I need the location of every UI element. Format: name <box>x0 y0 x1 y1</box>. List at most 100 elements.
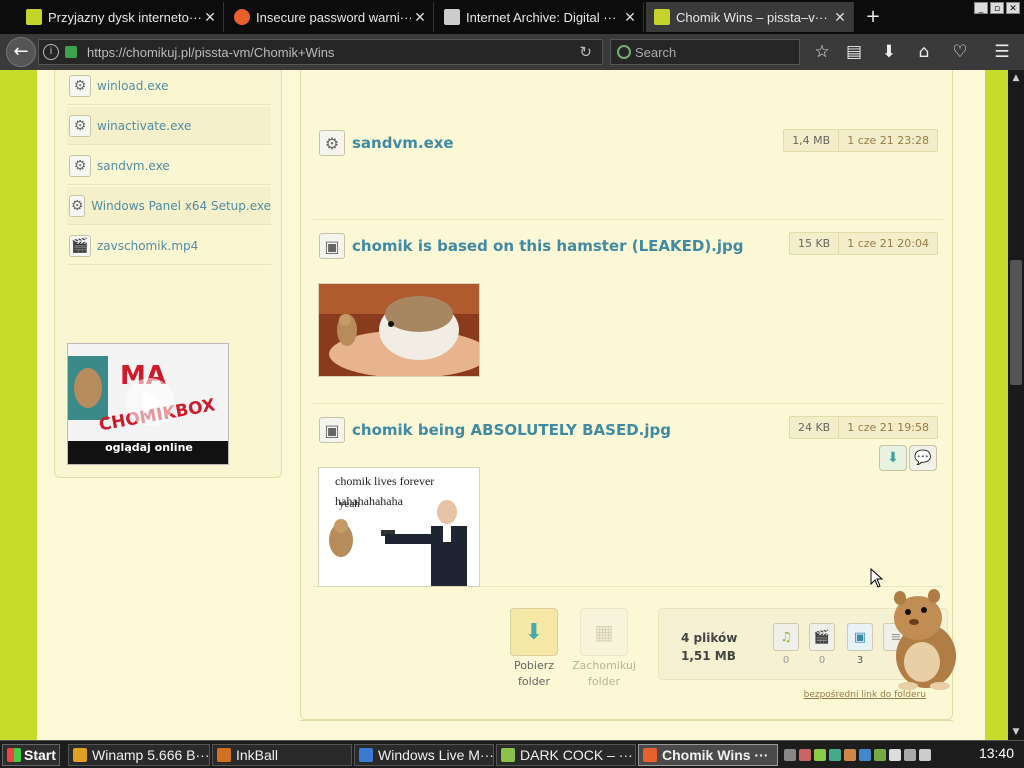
video-count[interactable]: 🎬 0 <box>809 623 835 666</box>
download-folder-button[interactable]: ⬇ <box>510 608 558 656</box>
close-icon[interactable]: ✕ <box>621 9 639 26</box>
image-count[interactable]: ▣ 3 <box>847 623 873 666</box>
taskbar-button-label: InkBall <box>236 747 279 763</box>
sidebar-item-sandvm[interactable]: ⚙ sandvm.exe <box>67 147 271 185</box>
volume-icon[interactable] <box>919 749 931 761</box>
sidebar-item-zavschomik[interactable]: 🎬 zavschomik.mp4 <box>67 227 271 265</box>
gear-icon: ⚙ <box>69 194 86 217</box>
maximize-button[interactable]: ▫ <box>990 2 1004 14</box>
tray-app-icon[interactable] <box>799 749 811 761</box>
sidebar-item-label[interactable]: sandvm.exe <box>97 159 170 173</box>
file-name-link[interactable]: chomik is based on this hamster (LEAKED)… <box>352 237 744 255</box>
download-icon[interactable]: ⬇ <box>877 40 901 64</box>
home-icon[interactable]: ⌂ <box>912 40 936 64</box>
sidebar-item-label[interactable]: Windows Panel x64 Setup.exe <box>91 199 271 213</box>
tab-insecure-password[interactable]: Insecure password warni··· ✕ <box>226 2 434 32</box>
file-meta: 24 KB 1 cze 21 19:58 <box>788 416 938 439</box>
taskbar-button-inkball[interactable]: InkBall <box>212 744 352 766</box>
comment-button[interactable]: 💬 <box>909 445 937 471</box>
tab-chomikuj[interactable]: Przyjazny dysk interneto··· ✕ <box>18 2 224 32</box>
music-icon: ♫ <box>773 623 799 651</box>
file-meta: 1,4 MB 1 cze 21 23:28 <box>783 129 938 152</box>
tray-app-icon[interactable] <box>889 749 901 761</box>
watch-online-caption[interactable]: oglądaj online <box>68 441 228 454</box>
music-count[interactable]: ♫ 0 <box>773 623 799 666</box>
mouse-cursor-icon <box>870 568 884 588</box>
tray-app-icon[interactable] <box>829 749 841 761</box>
taskbar-button-dark-cock[interactable]: DARK COCK – ··· <box>496 744 636 766</box>
hamster-photo-thumbnail[interactable] <box>318 283 480 377</box>
sidebar-item-label[interactable]: zavschomik.mp4 <box>97 239 198 253</box>
tray-app-icon[interactable] <box>874 749 886 761</box>
search-input[interactable]: Search <box>610 39 800 65</box>
close-icon[interactable]: ✕ <box>831 9 849 26</box>
video-thumbnail[interactable]: MA CHOMIKBOX oglądaj online <box>67 343 229 465</box>
vertical-scrollbar[interactable]: ▲ ▼ <box>1008 70 1024 740</box>
sidebar-item-label[interactable]: winactivate.exe <box>97 119 191 133</box>
tray-app-icon[interactable] <box>814 749 826 761</box>
folder-size: 1,51 MB <box>681 649 736 663</box>
tab-title: Chomik Wins – pissta–v··· <box>676 9 828 25</box>
panel-divider <box>300 720 953 721</box>
tray-app-icon[interactable] <box>844 749 856 761</box>
sidebar-item-windows-panel[interactable]: ⚙ Windows Panel x64 Setup.exe <box>67 187 271 225</box>
file-name-link[interactable]: chomik being ABSOLUTELY BASED.jpg <box>352 421 671 439</box>
new-tab-button[interactable]: + <box>862 6 884 28</box>
close-icon[interactable]: ✕ <box>411 9 429 26</box>
chomik-based-thumbnail[interactable]: chomik lives forever hahahahahaha yeah <box>318 467 480 587</box>
lock-icon[interactable] <box>65 46 77 58</box>
gear-icon: ⚙ <box>69 74 91 97</box>
reload-icon[interactable]: ↻ <box>579 43 592 61</box>
download-folder-label[interactable]: Pobierz folder <box>500 658 568 690</box>
scroll-down-arrow-icon[interactable]: ▼ <box>1008 724 1024 740</box>
bookmark-star-icon[interactable]: ☆ <box>810 40 834 64</box>
music-count-value: 0 <box>782 655 790 666</box>
taskbar-button-label: Chomik Wins ··· <box>662 747 769 763</box>
tray-expand-icon[interactable] <box>784 749 796 761</box>
tab-internet-archive[interactable]: Internet Archive: Digital ··· ✕ <box>436 2 644 32</box>
folder-counts: 4 plików 1,51 MB <box>681 629 737 665</box>
hamster-mascot[interactable] <box>878 586 964 690</box>
hamster-photo <box>319 284 479 376</box>
keep-folder-button[interactable]: ▦ <box>580 608 628 656</box>
close-icon[interactable]: ✕ <box>201 9 219 26</box>
sidebar-item-winactivate[interactable]: ⚙ winactivate.exe <box>67 107 271 145</box>
video-count-value: 0 <box>818 655 826 666</box>
pocket-icon[interactable]: ♡ <box>948 40 972 64</box>
file-row: ▣ chomik being ABSOLUTELY BASED.jpg 24 K… <box>313 405 943 587</box>
minimize-button[interactable]: _ <box>974 2 988 14</box>
taskbar-clock[interactable]: 13:40 <box>979 745 1014 761</box>
search-placeholder: Search <box>635 44 677 60</box>
menu-icon[interactable]: ☰ <box>990 40 1014 64</box>
close-window-button[interactable]: ✕ <box>1006 2 1020 14</box>
url-text[interactable]: https://chomikuj.pl/pissta-vm/Chomik+Win… <box>87 45 334 60</box>
file-row: ⚙ sandvm.exe 1,4 MB 1 cze 21 23:28 <box>313 118 943 220</box>
archive-icon <box>444 9 460 25</box>
folder-download-icon: ⬇ <box>524 619 544 645</box>
download-file-button[interactable]: ⬇ <box>879 445 907 471</box>
taskbar-button-windows-live[interactable]: Windows Live M··· <box>354 744 494 766</box>
url-bar[interactable]: i https://chomikuj.pl/pissta-vm/Chomik+W… <box>38 39 603 65</box>
tab-chomik-wins[interactable]: Chomik Wins – pissta–v··· ✕ <box>646 2 854 32</box>
sidebar-item-label[interactable]: winload.exe <box>97 79 169 93</box>
gear-icon: ⚙ <box>319 130 345 156</box>
info-icon[interactable]: i <box>43 44 59 60</box>
image-icon: ▣ <box>319 417 345 443</box>
sidebar-item-winload[interactable]: ⚙ winload.exe <box>67 70 271 105</box>
keep-folder-label[interactable]: Zachomikuj folder <box>570 658 638 690</box>
start-button[interactable]: Start <box>2 744 60 766</box>
file-name-link[interactable]: sandvm.exe <box>352 134 454 152</box>
taskbar: Start Winamp 5.666 B··· InkBall Windows … <box>0 740 1024 768</box>
taskbar-button-chomik-wins[interactable]: Chomik Wins ··· <box>638 744 778 766</box>
taskbar-button-winamp[interactable]: Winamp 5.666 B··· <box>68 744 210 766</box>
direct-link[interactable]: bezpośredni link do folderu <box>780 690 926 700</box>
network-icon[interactable] <box>904 749 916 761</box>
browser-tab-bar: Przyjazny dysk interneto··· ✕ Insecure p… <box>0 0 1024 34</box>
scrollbar-thumb[interactable] <box>1010 260 1022 385</box>
back-button[interactable]: ← <box>6 37 36 67</box>
start-label: Start <box>24 747 56 763</box>
reading-list-icon[interactable]: ▤ <box>842 40 866 64</box>
tray-app-icon[interactable] <box>859 749 871 761</box>
taskbar-button-label: Winamp 5.666 B··· <box>92 747 210 763</box>
scroll-up-arrow-icon[interactable]: ▲ <box>1008 70 1024 86</box>
